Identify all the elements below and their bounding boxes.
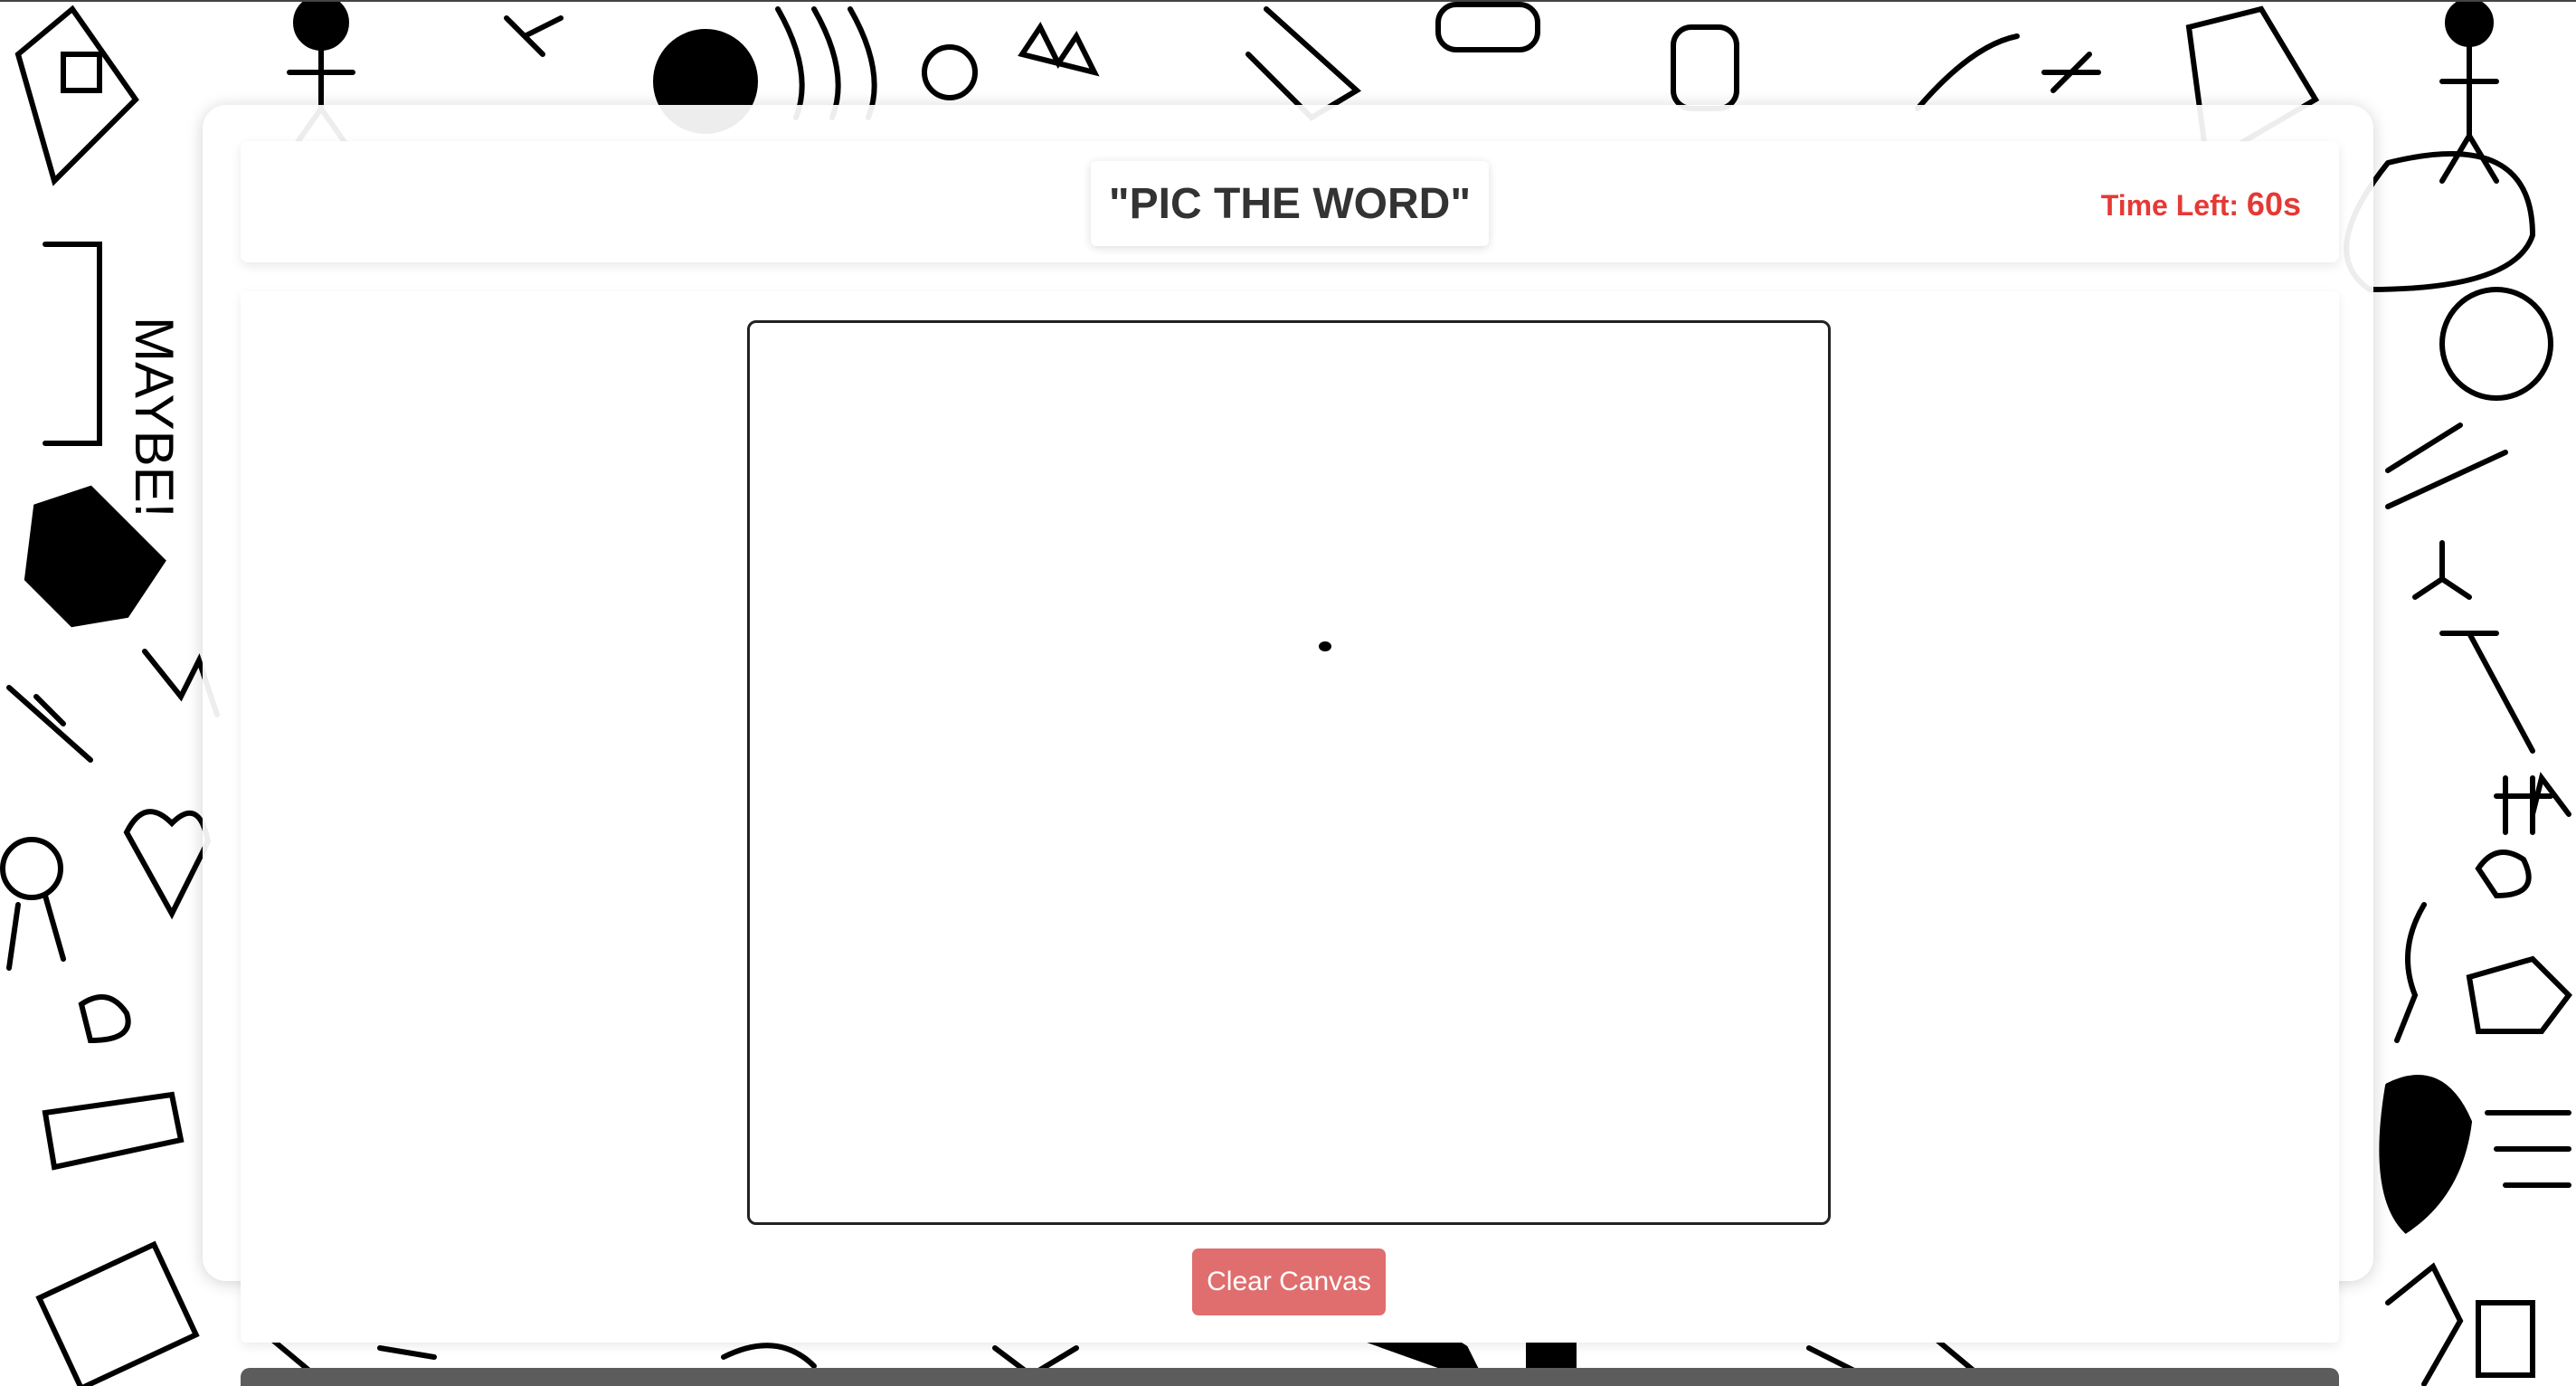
top-border-line [0, 0, 2576, 2]
footer-bar [241, 1368, 2339, 1386]
timer-value: 60s [2246, 185, 2301, 223]
prompt-word: "PIC THE WORD" [1091, 161, 1489, 246]
svg-text:MAYBE!: MAYBE! [124, 317, 185, 517]
timer: Time Left: 60s [2101, 185, 2301, 223]
brush-stroke-dot [1319, 641, 1331, 651]
drawing-canvas[interactable] [747, 320, 1831, 1225]
timer-label: Time Left: [2100, 189, 2240, 222]
clear-canvas-button[interactable]: Clear Canvas [1192, 1248, 1386, 1315]
